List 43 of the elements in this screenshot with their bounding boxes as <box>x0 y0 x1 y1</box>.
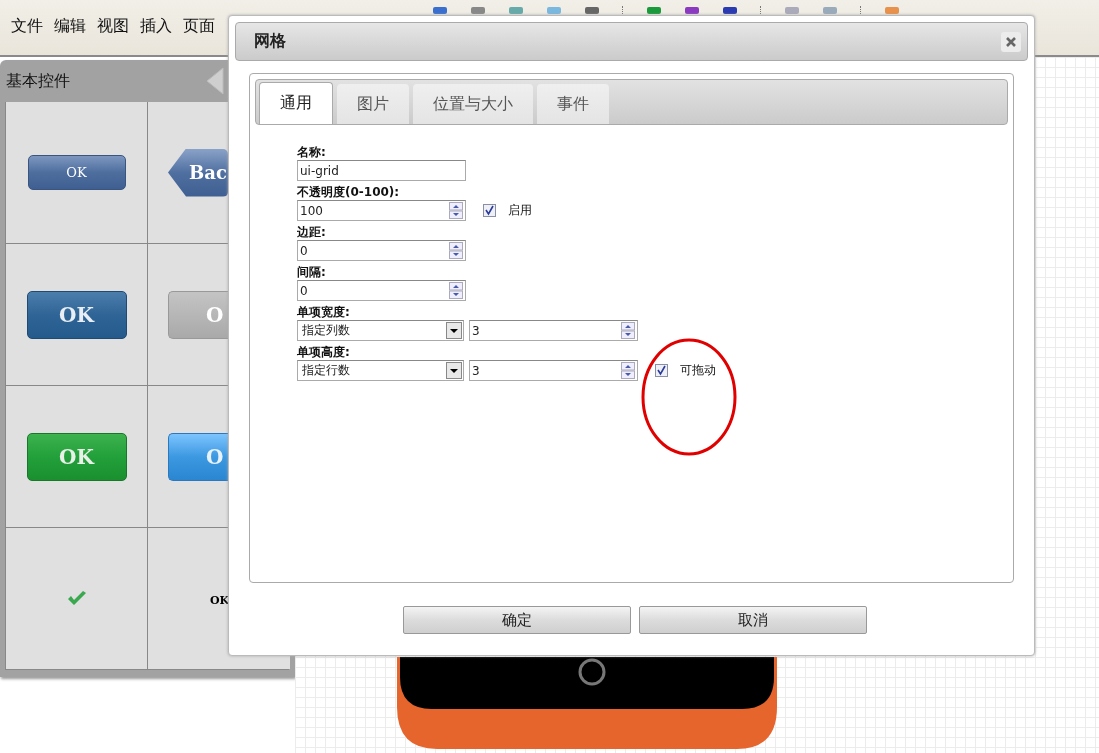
close-icon <box>1006 36 1016 47</box>
field-label: 不透明度(0-100): <box>297 184 401 200</box>
back-button[interactable]: Bac <box>168 148 228 197</box>
check-icon[interactable] <box>66 590 87 607</box>
panel-title: 基本控件 <box>6 70 70 92</box>
field-label: 名称: <box>297 144 327 160</box>
tab[interactable]: 位置与大小 <box>413 84 533 124</box>
spinner-field[interactable]: 0 <box>297 240 466 261</box>
tab[interactable]: 图片 <box>337 84 409 124</box>
ok-button[interactable]: OK <box>27 155 126 190</box>
spinner-arrows-icon[interactable] <box>449 202 463 219</box>
spinner-arrows-icon[interactable] <box>449 282 463 299</box>
checkbox[interactable] <box>655 364 668 377</box>
ok-button[interactable]: OK <box>26 290 127 339</box>
menu-item[interactable]: 插入 <box>140 16 172 37</box>
field-label: 边距: <box>297 224 327 240</box>
field-label: 间隔: <box>297 264 327 280</box>
dropdown[interactable]: 指定行数 <box>297 360 464 381</box>
field-label: 单项高度: <box>297 344 351 360</box>
confirm-button[interactable]: 确定 <box>402 606 631 634</box>
cancel-button[interactable]: 取消 <box>638 606 867 634</box>
spinner-field[interactable]: 0 <box>297 280 466 301</box>
checkbox-label: 启用 <box>508 202 532 219</box>
spinner-arrows-icon[interactable] <box>621 322 635 339</box>
spinner-field[interactable]: 3 <box>469 360 638 381</box>
menu-item[interactable]: 视图 <box>97 16 129 37</box>
tab[interactable]: 事件 <box>537 84 609 124</box>
spinner-field[interactable]: 3 <box>469 320 638 341</box>
close-button[interactable] <box>1001 31 1021 52</box>
checkbox[interactable] <box>483 204 496 217</box>
dropdown[interactable]: 指定列数 <box>297 320 464 341</box>
spinner-field[interactable]: 100 <box>297 200 466 221</box>
spinner-arrows-icon[interactable] <box>621 362 635 379</box>
menu-item[interactable]: 文件 <box>11 16 43 37</box>
tab[interactable]: 通用 <box>259 82 333 124</box>
field-label: 单项宽度: <box>297 304 351 320</box>
dialog-title: 网格 <box>254 31 286 52</box>
menu-item[interactable]: 页面 <box>183 16 215 37</box>
checkbox-label: 可拖动 <box>680 362 716 379</box>
spinner-arrows-icon[interactable] <box>449 242 463 259</box>
menu-item[interactable]: 编辑 <box>54 16 86 37</box>
ok-text[interactable]: OK <box>210 594 230 607</box>
text-field[interactable]: ui-grid <box>297 160 466 181</box>
